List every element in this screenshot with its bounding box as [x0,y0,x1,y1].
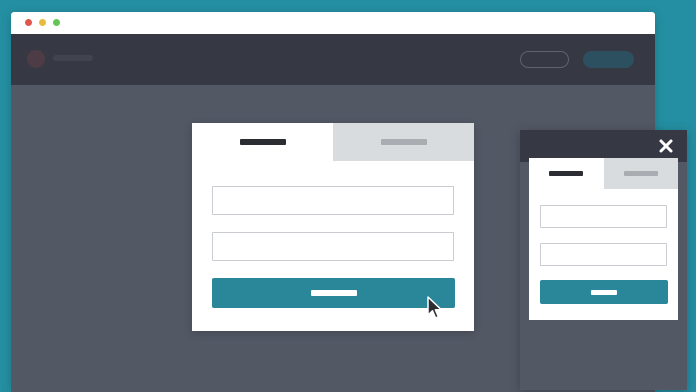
mobile-submit-button[interactable] [540,280,668,304]
window-minimize-dot[interactable] [39,19,46,26]
logo-icon[interactable] [27,50,45,68]
mobile-frame [520,130,687,390]
site-header [11,34,655,85]
tab-label-placeholder [380,139,427,145]
mobile-second-input-field[interactable] [540,243,667,266]
logo-text-placeholder [53,55,93,61]
tab-label-placeholder [239,139,286,145]
header-outline-button[interactable] [520,51,569,68]
mouse-pointer-icon [427,296,443,319]
modal-tabs [192,123,474,161]
mobile-login-modal [529,158,678,320]
mobile-first-input-field[interactable] [540,205,667,228]
browser-titlebar [11,12,655,34]
tab-inactive[interactable] [333,123,474,161]
submit-label-placeholder [591,289,617,295]
tab-label-placeholder [623,171,658,176]
close-icon[interactable] [657,137,675,155]
tab-active[interactable] [192,123,333,161]
header-filled-button[interactable] [583,51,634,68]
second-input-field[interactable] [212,232,454,261]
mobile-tab-active[interactable] [529,158,604,189]
submit-label-placeholder [310,290,357,296]
tab-label-placeholder [549,171,584,176]
mobile-modal-tabs [529,158,678,189]
mobile-tab-inactive[interactable] [603,158,678,189]
window-close-dot[interactable] [25,19,32,26]
first-input-field[interactable] [212,186,454,215]
submit-button[interactable] [212,278,455,308]
window-maximize-dot[interactable] [53,19,60,26]
